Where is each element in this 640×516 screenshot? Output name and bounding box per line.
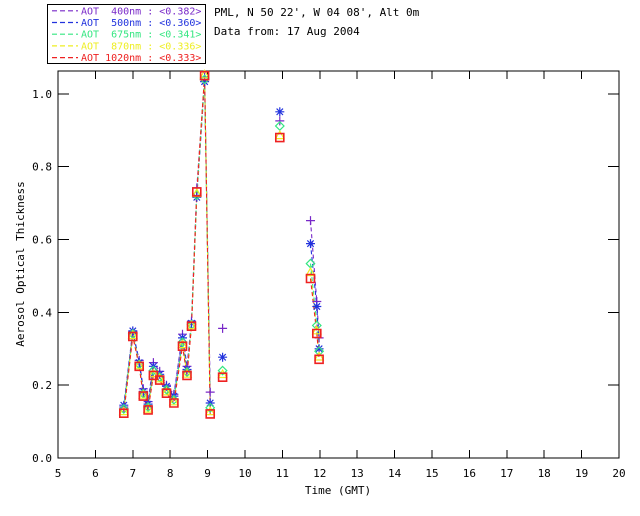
tick-labels: 5 6 7 8 9 10 11 12 13 14 15 16 17 18 19 20 0.0 0.2 0.4 0.6 0… (32, 88, 626, 480)
triangle-marker-icon (274, 129, 286, 140)
aot-plot: PML, N 50 22', W 04 08', Alt 0m Data fro… (14, 4, 626, 497)
x-tick-label: 10 (238, 467, 251, 480)
x-tick-label: 7 (129, 467, 136, 480)
date-header: Data from: 17 Aug 2004 (214, 25, 360, 38)
plus-marker-icon (306, 216, 315, 226)
legend-label: AOT 675nm : <0.341> (81, 30, 201, 41)
x-tick-label: 15 (425, 467, 438, 480)
aot-plot-page: PML, N 50 22', W 04 08', Alt 0m Data fro… (0, 0, 640, 512)
station-header: PML, N 50 22', W 04 08', Alt 0m (214, 6, 420, 19)
series-markers (118, 69, 325, 419)
x-tick-label: 11 (276, 467, 289, 480)
legend-label: AOT 400nm : <0.382> (81, 6, 201, 17)
y-tick-label: 0.2 (32, 379, 52, 392)
x-tick-label: 14 (388, 467, 402, 480)
x-tick-label: 19 (575, 467, 588, 480)
plus-marker-icon (218, 323, 228, 333)
x-tick-label: 16 (463, 467, 476, 480)
series-markers-400nm (119, 72, 324, 412)
asterisk-marker-icon (306, 239, 315, 249)
legend-label: AOT 870nm : <0.336> (81, 41, 201, 52)
series-markers-500nm (119, 77, 324, 410)
y-tick-label: 0.0 (32, 452, 52, 465)
y-tick-label: 1.0 (32, 88, 52, 101)
asterisk-marker-icon (275, 107, 285, 117)
series-line-400nm (123, 77, 211, 408)
x-tick-label: 20 (612, 467, 625, 480)
plus-marker-icon (205, 387, 215, 397)
x-tick-label: 12 (313, 467, 326, 480)
x-tick-label: 18 (538, 467, 551, 480)
x-tick-label: 13 (351, 467, 364, 480)
x-axis-label: Time (GMT) (305, 484, 371, 497)
x-tick-label: 8 (167, 467, 174, 480)
y-tick-label: 0.4 (32, 306, 52, 319)
legend-box: AOT 400nm : <0.382>AOT 500nm : <0.360>AO… (47, 4, 206, 64)
x-tick-label: 6 (92, 467, 99, 480)
plus-marker-icon (275, 116, 285, 126)
x-tick-label: 17 (500, 467, 513, 480)
square-marker-icon (274, 132, 285, 143)
legend-label: AOT 1020nm : <0.333> (81, 53, 201, 64)
x-tick-label: 9 (204, 467, 211, 480)
asterisk-marker-icon (312, 302, 322, 311)
y-tick-label: 0.6 (32, 234, 52, 247)
y-axis-label: Aerosol Optical Thickness (14, 181, 27, 347)
asterisk-marker-icon (218, 352, 228, 362)
legend-label: AOT 500nm : <0.360> (81, 18, 201, 29)
y-tick-label: 0.8 (32, 161, 52, 174)
x-tick-label: 5 (55, 467, 62, 480)
